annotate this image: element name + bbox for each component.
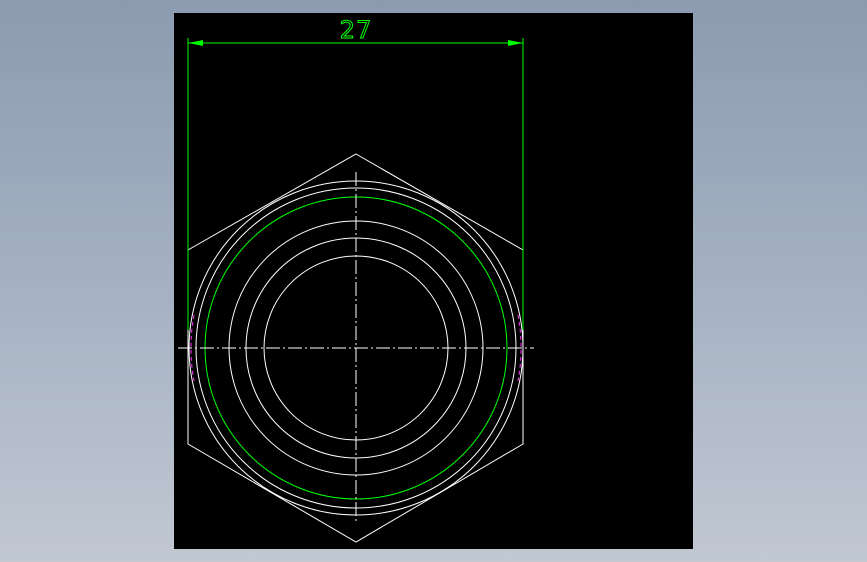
dimension-arrow-right [508,40,523,46]
hex-nut-drawing: 27 [178,16,534,543]
dimension-arrow-left [188,40,203,46]
dimension-label: 27 [340,16,373,44]
